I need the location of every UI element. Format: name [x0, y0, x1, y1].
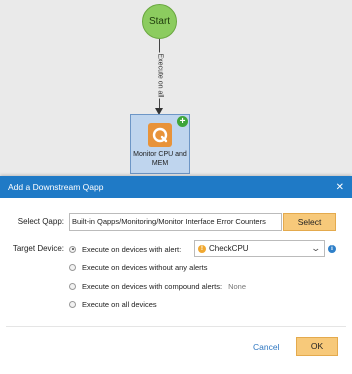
radio-compound-alerts[interactable]: [69, 282, 76, 290]
alert-select-dropdown[interactable]: ! CheckCPU ⌄: [194, 240, 325, 257]
radio-with-alert[interactable]: [69, 245, 76, 253]
edge-label-container: Execute on all: [151, 50, 169, 100]
flow-canvas: Start Execute on all + Monitor CPU and M…: [0, 0, 352, 176]
cancel-button[interactable]: Cancel: [253, 342, 279, 352]
info-icon[interactable]: i: [328, 245, 336, 253]
dialog-header: Add a Downstream Qapp ✕: [0, 176, 352, 198]
target-device-label: Target Device:: [12, 244, 64, 253]
option-without-alerts[interactable]: Execute on devices without any alerts: [69, 260, 208, 274]
radio-all-devices[interactable]: [69, 300, 76, 308]
select-qapp-row: Select Qapp: Built-in Qapps/Monitoring/M…: [0, 213, 352, 231]
footer-divider: [6, 326, 346, 327]
option-compound-alerts[interactable]: Execute on devices with compound alerts:…: [69, 279, 246, 293]
dialog-title: Add a Downstream Qapp: [8, 182, 104, 192]
select-qapp-label: Select Qapp:: [17, 217, 64, 226]
qapp-node-monitor-cpu[interactable]: + Monitor CPU and MEM: [130, 114, 190, 174]
select-button[interactable]: Select: [283, 213, 336, 231]
alert-select-value: CheckCPU: [209, 244, 249, 253]
ok-button[interactable]: OK: [296, 337, 338, 356]
option-with-alert-label: Execute on devices with alert:: [82, 244, 182, 254]
add-downstream-qapp-dialog: Add a Downstream Qapp ✕ Select Qapp: Bui…: [0, 176, 352, 374]
qapp-node-label: Monitor CPU and MEM: [133, 151, 187, 167]
option-all-devices[interactable]: Execute on all devices: [69, 297, 157, 311]
close-icon[interactable]: ✕: [336, 182, 344, 193]
start-node[interactable]: Start: [142, 4, 177, 39]
qapp-logo-icon: [148, 123, 172, 147]
option-without-alerts-label: Execute on devices without any alerts: [82, 262, 208, 272]
start-node-label: Start: [148, 16, 171, 27]
add-plus-icon[interactable]: +: [177, 116, 188, 127]
compound-alerts-value: None: [228, 281, 247, 291]
qapp-path-field[interactable]: Built-in Qapps/Monitoring/Monitor Interf…: [69, 213, 282, 231]
option-all-devices-label: Execute on all devices: [82, 299, 157, 309]
option-compound-alerts-label: Execute on devices with compound alerts:: [82, 281, 223, 291]
option-with-alert[interactable]: Execute on devices with alert:: [69, 242, 181, 256]
radio-without-alerts[interactable]: [69, 263, 76, 271]
edge-label: Execute on all: [156, 52, 164, 98]
warning-icon: !: [198, 244, 206, 253]
chevron-down-icon: ⌄: [310, 243, 322, 253]
